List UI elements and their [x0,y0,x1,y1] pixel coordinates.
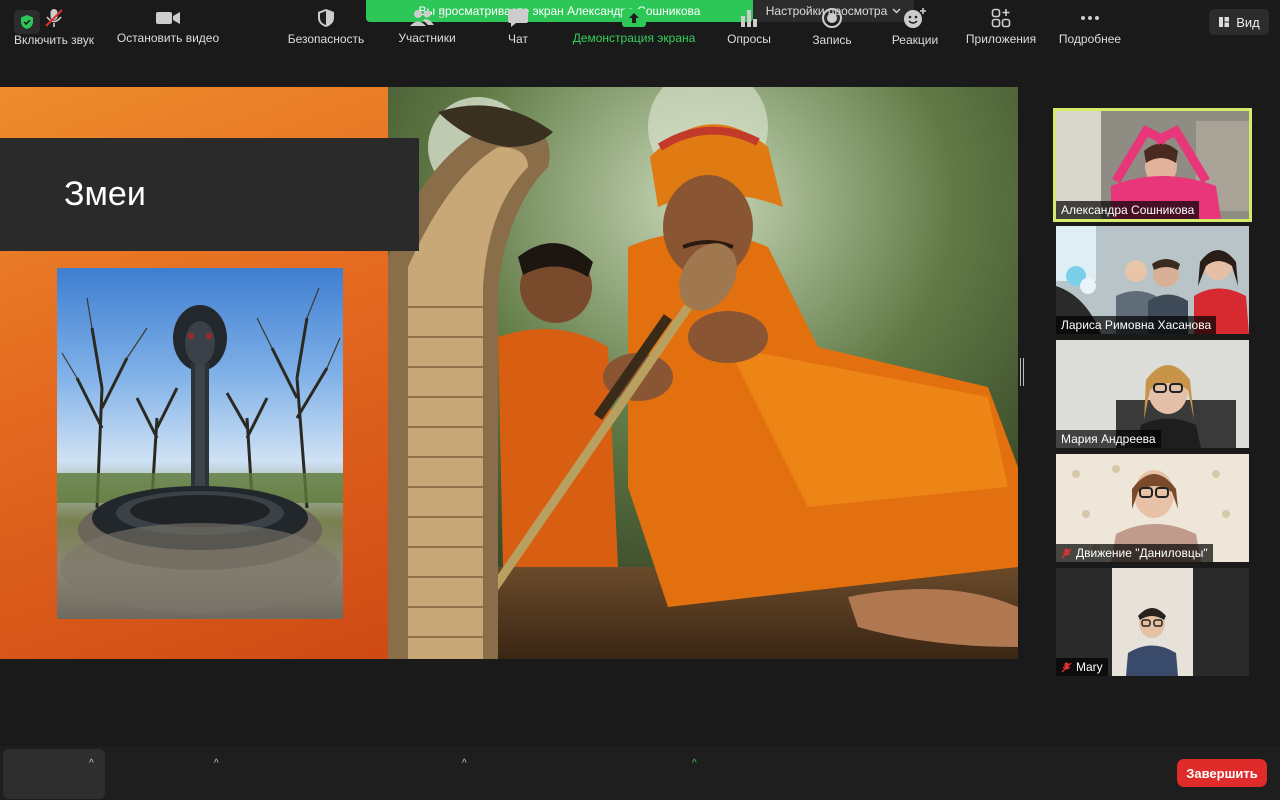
stop-video-button[interactable]: Остановить видео [112,0,224,54]
stop-video-label: Остановить видео [116,31,220,45]
apps-icon [991,8,1011,28]
participants-count: 5 [438,9,445,21]
more-button[interactable]: Подробнее [1052,0,1128,54]
muted-mic-icon [1061,662,1072,672]
chat-bubble-icon [508,9,528,27]
shared-screen-slide: Змеи [0,87,1018,659]
audio-options-caret[interactable]: ^ [89,758,94,769]
reactions-label: Реакции [891,33,939,47]
muted-mic-icon [45,9,63,27]
chat-label: Чат [508,32,528,46]
shield-icon [318,9,334,27]
participant-tile[interactable]: Mary [1056,568,1249,676]
participant-name-label: Александра Сошникова [1056,201,1200,219]
participants-options-caret[interactable]: ^ [462,758,467,769]
panel-resize-handle[interactable] [1020,358,1024,386]
video-options-caret[interactable]: ^ [214,758,219,769]
slide-title: Змеи [64,175,146,213]
polls-label: Опросы [727,32,771,46]
participant-name-label: Мария Андреева [1056,430,1161,448]
video-camera-icon [156,12,180,24]
record-label: Запись [812,33,852,47]
participants-button[interactable]: 5 Участники [392,0,462,54]
polls-button[interactable]: Опросы [720,0,778,54]
zoom-window: { "top": { "sharing_banner": "Вы просмат… [0,0,1280,800]
unmute-label: Включить звук [13,33,95,47]
share-screen-label: Демонстрация экрана [572,31,696,45]
smiley-plus-icon [904,8,926,28]
muted-mic-icon [1061,548,1072,558]
share-screen-icon [622,9,646,27]
participants-icon [410,10,435,26]
participants-label: Участники [398,31,456,45]
view-button[interactable]: Вид [1209,9,1269,35]
participant-tile[interactable]: Лариса Римовна Хасанова [1056,226,1249,334]
more-label: Подробнее [1058,32,1122,46]
chat-button[interactable]: Чат [494,0,542,54]
security-label: Безопасность [287,32,365,46]
grid-view-icon [1219,17,1230,27]
reactions-button[interactable]: Реакции [884,0,946,54]
unmute-button[interactable]: Включить звук [6,0,102,54]
apps-button[interactable]: Приложения [960,0,1042,54]
record-button[interactable]: Запись [804,0,860,54]
snake-charmer-image [388,87,1018,659]
share-options-caret[interactable]: ^ [692,758,697,769]
participant-tile[interactable]: Движение "Даниловцы" [1056,454,1249,562]
poll-chart-icon [741,10,757,27]
slide-title-box: Змеи [0,138,419,251]
unmute-highlight [3,749,105,799]
more-dots-icon [1081,16,1099,20]
participant-name-label: Лариса Римовна Хасанова [1056,316,1217,334]
cobra-statue-image [57,268,343,619]
participant-tile-speaker[interactable]: Александра Сошникова [1053,108,1252,222]
end-meeting-button[interactable]: Завершить [1177,759,1267,787]
participant-tile[interactable]: Мария Андреева [1056,340,1249,448]
security-button[interactable]: Безопасность [282,0,370,54]
meeting-toolbar [0,746,1280,800]
record-icon [822,8,842,28]
end-meeting-label: Завершить [1186,765,1258,781]
participant-name-label: Mary [1056,658,1108,676]
view-button-label: Вид [1236,14,1260,30]
share-screen-button[interactable]: Демонстрация экрана [564,0,704,54]
apps-label: Приложения [965,32,1037,46]
participant-name-label: Движение "Даниловцы" [1056,544,1213,562]
